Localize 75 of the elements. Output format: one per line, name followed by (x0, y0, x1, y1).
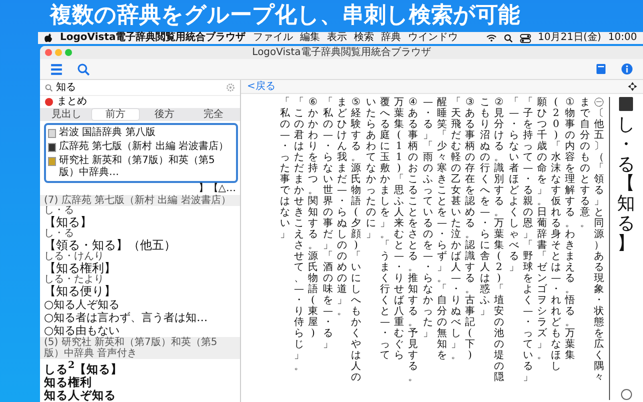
dictionary-section-header: (7) 広辞苑 第七版（新村 出編 岩波書店） (40, 195, 240, 206)
entry-reading: しる・けんり (44, 252, 104, 262)
search-mode-tab[interactable]: 見出し (43, 109, 90, 120)
gear-icon[interactable] (226, 83, 235, 92)
definition-line: (20)「水沫なす仮れる身そとは—・れれどもなほし (551, 97, 561, 372)
dictionary-menu-item[interactable]: 研究社 新英和（第7版）和英（第5版）中辞典… (59, 155, 234, 179)
app-menu[interactable]: LogoVista電子辞典閲覧用統合ブラウザ (60, 32, 246, 44)
definition-line: 願ひつ千歳の命を」。日葡辞書「ゼンゴヲシラズ」。 (537, 97, 547, 361)
headline: 複数の辞典をグループ化し、串刺し検索が可能 (50, 2, 520, 30)
phrase-entry[interactable]: ○知る人ぞ知る (44, 298, 236, 311)
definition-line: いたらあわてなかったのに」 (366, 97, 376, 240)
definition-line: 覆へる庭に玉敷かましを」。「うまく行くと—・って (380, 97, 390, 361)
search-mode-tab[interactable]: 完全 (190, 109, 237, 120)
definition-line: 「天飛だむ軽の乙女甚いた泣かば人—・りぬべし」。 (451, 97, 461, 361)
word-entry[interactable]: 知る人ぞ知る (44, 388, 236, 402)
definition-line: ①物事の内容を理解する。わきまえる。悟る。万葉集 (565, 97, 575, 361)
definition-line: 「私の—・った事ではない」 (280, 97, 290, 240)
definition-line: —・る」「雨のふっているのを—・らなかった」 (423, 97, 433, 339)
entry-headword[interactable]: 【知る権利】 (44, 262, 116, 275)
info-icon[interactable] (621, 63, 633, 75)
definition-line: ⑥かかわりを持つ。関知する。源氏物語(東屋) (308, 97, 318, 339)
word-entry[interactable]: しる$^{2}$【知る】 (44, 359, 236, 376)
definition-line: ⑤経験する。源氏物語(夕顔)「いにしへもかくやは人の (351, 97, 361, 383)
entry-headword[interactable]: 【知る】 (44, 216, 92, 229)
definition-line: ②見分ける。識別する。万葉集(2)「埴安の池の堤の隠 (494, 97, 504, 383)
phrase-entry[interactable]: ○知る由もない (44, 324, 236, 337)
menu-clock: 10:00 (608, 32, 637, 44)
definition-line: まで自分のものとする意。 (580, 97, 590, 229)
apple-logo-icon[interactable] (44, 32, 53, 44)
book-icon[interactable] (595, 63, 607, 75)
search-icon (45, 84, 53, 92)
definition-line: 「この君はただまかせきこえさせて、—・り侍らじ」。 (294, 97, 304, 372)
search-field[interactable]: 知る (56, 82, 223, 94)
back-link[interactable]: <戻る (247, 80, 276, 92)
page-circle-icon[interactable] (620, 389, 632, 400)
dictionary-badge-icon (619, 97, 633, 111)
search-icon[interactable] (504, 34, 513, 42)
entry-headword[interactable]: 【領る・知る】（他五） (44, 239, 176, 252)
menu-item[interactable]: ファイル (252, 32, 293, 44)
entry-reading: しる・たより (44, 275, 104, 285)
phrase-entry[interactable]: ○知る者は言わず、言う者は知… (44, 311, 236, 324)
close-button[interactable] (45, 49, 52, 56)
menu-item[interactable]: 表示 (326, 32, 347, 44)
window-title: LogoVista電子辞典閲覧用統合ブラウザ (252, 46, 431, 59)
search-mode-tab[interactable]: 後方 (141, 109, 188, 120)
toggles-icon[interactable] (520, 34, 531, 42)
definition-line: 「私の—・らない世界の事だ」「酒の味を—・る」 (323, 97, 333, 350)
definition-line: 醒睡笑「少々寒きことを—・らず」。「自分の無知を (437, 97, 447, 361)
wifi-icon[interactable] (486, 34, 497, 42)
definition-line: ㊀〔他五〕（「領る」と同源）ある現象・状態を広く隅々 (594, 97, 604, 383)
dictionary-section-header: (5) 研究社 新英和（第7版）和英（第5版）中辞典 音声付き (40, 337, 240, 359)
word-entry[interactable]: 知る権利 (44, 376, 236, 389)
entry-reading: し・る (44, 206, 74, 216)
entry-reading: し・る (44, 229, 74, 239)
definition-line: 「—・らない者ほどよくしゃべる」 (509, 97, 519, 273)
menu-item[interactable]: ウインドウ (408, 32, 458, 44)
definition-line: 万葉集(11)「思ふ人来むと—・りせば八重むぐら (394, 97, 404, 361)
definition-line: まどひけん我まだ—・らぬしののめの道」。 (337, 97, 347, 317)
definition-line: ③ある事柄の存在を認める。認識する。古事記(下) (465, 97, 475, 361)
entry-title: し・る【知る】 (617, 115, 635, 254)
definition-line: ④ある事柄のおこることをさとる。推知する。予見する。 (408, 97, 418, 383)
menu-item[interactable]: 編集 (300, 32, 320, 44)
menu-item[interactable]: 辞典 (380, 32, 401, 44)
move-arrows-icon[interactable] (628, 82, 637, 91)
dictionary-menu-item[interactable]: 広辞苑 第七版（新村 出編 岩波書店） (59, 141, 229, 153)
list-icon[interactable] (50, 62, 63, 76)
menu-item[interactable]: 検索 (354, 32, 374, 44)
group-label[interactable]: まとめ (57, 96, 87, 108)
dictionary-menu-item[interactable]: 岩波 国語辞典 第八版 (59, 127, 156, 139)
menu-date: 10月21日(金) (538, 32, 602, 44)
result-text: 】【△… (198, 183, 236, 194)
definition-line: こもり沼ぬの行くへを—・らに舎人は惑ふ」 (480, 97, 490, 317)
entry-headword[interactable]: 【知る便り】 (44, 285, 116, 298)
definition-line: 「子を持って—・る親の恩」「野球をよく—・っている」 (523, 97, 533, 383)
search-mode-tab[interactable]: 前方 (92, 109, 139, 120)
